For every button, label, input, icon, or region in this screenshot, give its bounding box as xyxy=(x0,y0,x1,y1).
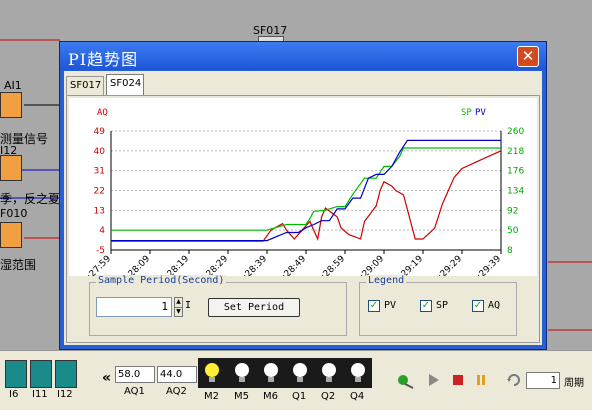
io-i11-tile[interactable] xyxy=(30,360,52,388)
lightbulb-icon-q1 xyxy=(293,363,307,382)
right-tick-label: 260 xyxy=(507,127,524,137)
x-tick-label: 20:28:39 xyxy=(233,254,269,276)
period-spinner[interactable]: ▲ ▼ xyxy=(174,297,183,317)
pause-icon xyxy=(477,375,485,385)
title-bar[interactable]: PI趋势图 ✕ xyxy=(60,42,546,70)
output-label-m2: M2 xyxy=(204,391,219,402)
io-i6-tile[interactable] xyxy=(5,360,27,388)
lightbulb-icon-m5 xyxy=(235,363,249,382)
sample-period-title: Sample Period(Second) xyxy=(96,275,227,286)
lightbulb-icon-q2 xyxy=(322,363,336,382)
spin-down-icon[interactable]: ▼ xyxy=(175,308,182,316)
pi-trend-window: PI趋势图 ✕ SF017 SF024 AQ SP PV 49 260 40 218 31 17… xyxy=(59,41,547,350)
x-tick-label: 20:28:29 xyxy=(194,254,230,276)
left-tick-label: 31 xyxy=(94,167,105,177)
simulation-controls xyxy=(398,374,485,389)
x-tick-label: 20:29:09 xyxy=(350,254,386,276)
legend-title: Legend xyxy=(366,275,407,286)
aq-checkbox-label: AQ xyxy=(488,300,501,311)
sp-checkbox[interactable]: ✓ xyxy=(420,300,432,312)
tab-panel: AQ SP PV 49 260 40 218 31 176 22 134 13 92 4 50 -5 8 20:2… xyxy=(66,95,540,343)
aq2-label: AQ2 xyxy=(166,386,187,397)
spin-up-icon[interactable]: ▲ xyxy=(175,298,182,308)
output-label-m5: M5 xyxy=(234,391,249,402)
pv-checkbox[interactable]: ✓ xyxy=(368,300,380,312)
x-tick-label: 20:28:59 xyxy=(311,254,347,276)
io-i12-tile[interactable] xyxy=(55,360,77,388)
output-label-q2: Q2 xyxy=(321,391,336,402)
f010-label: F010 xyxy=(0,207,28,220)
tab-label: SF017 xyxy=(70,80,102,91)
tab-label: SF024 xyxy=(110,78,142,89)
x-tick-label: 20:28:49 xyxy=(272,254,308,276)
collapse-arrow-icon[interactable]: « xyxy=(102,370,111,386)
left-axis-title: AQ xyxy=(97,108,108,118)
lightbulb-icon-m2 xyxy=(205,363,219,382)
network-icon xyxy=(398,375,414,389)
series-line-sp xyxy=(111,147,501,231)
stop-icon xyxy=(453,375,463,385)
range-label: 湿范围 xyxy=(0,258,37,272)
left-tick-label: -5 xyxy=(96,246,105,256)
x-tick-label: 20:29:29 xyxy=(428,254,464,276)
window-client: SF017 SF024 AQ SP PV 49 260 40 218 31 176 22 134 13… xyxy=(64,71,542,345)
pv-checkbox-label: PV xyxy=(384,300,397,311)
x-tick-label: 20:27:59 xyxy=(77,254,113,276)
lightbulb-icon-q4 xyxy=(351,363,365,382)
spin-suffix: I xyxy=(185,300,192,311)
ai1-block[interactable] xyxy=(0,92,22,118)
aq2-value: 44.0 xyxy=(157,366,197,383)
left-tick-label: 4 xyxy=(99,226,105,236)
sample-period-group: Sample Period(Second) 1 ▲ ▼ I Set Period xyxy=(89,275,347,336)
aq-checkbox[interactable]: ✓ xyxy=(472,300,484,312)
close-icon: ✕ xyxy=(521,47,535,65)
sp-checkbox-label: SP xyxy=(436,300,449,311)
set-period-button[interactable]: Set Period xyxy=(208,298,300,317)
cycle-icon[interactable] xyxy=(506,372,522,388)
right-tick-label: 176 xyxy=(507,167,524,177)
x-tick-label: 20:28:19 xyxy=(155,254,191,276)
tab-sf024[interactable]: SF024 xyxy=(106,74,144,95)
output-indicator-strip xyxy=(198,358,372,388)
pv-axis-title: PV xyxy=(475,108,486,118)
io-label-i12: I12 xyxy=(57,389,73,400)
close-button[interactable]: ✕ xyxy=(517,46,539,67)
x-tick-label: 20:29:39 xyxy=(467,254,503,276)
left-tick-label: 13 xyxy=(94,206,105,216)
legend-group: Legend ✓ PV ✓ SP ✓ AQ xyxy=(359,275,517,336)
sp-axis-title: SP xyxy=(461,108,472,118)
output-label-q1: Q1 xyxy=(292,391,307,402)
play-icon xyxy=(429,374,439,386)
right-tick-label: 218 xyxy=(507,147,524,157)
aq1-label: AQ1 xyxy=(124,386,145,397)
output-label-m6: M6 xyxy=(263,391,278,402)
cycle-count-input[interactable]: 1 xyxy=(526,372,560,389)
output-label-q4: Q4 xyxy=(350,391,365,402)
cycle-label: 周期 xyxy=(564,378,584,389)
trend-chart: AQ SP PV 49 260 40 218 31 176 22 134 13 92 4 50 -5 8 20:2… xyxy=(69,98,537,290)
right-tick-label: 8 xyxy=(507,246,513,256)
i12-block[interactable] xyxy=(0,155,22,181)
sample-period-input[interactable]: 1 xyxy=(96,297,172,317)
bulb-icons xyxy=(205,363,365,382)
left-tick-label: 49 xyxy=(94,127,106,137)
tab-sf017[interactable]: SF017 xyxy=(66,76,104,95)
aq1-value: 58.0 xyxy=(115,366,155,383)
io-label-i6: I6 xyxy=(9,389,19,400)
io-label-i11: I11 xyxy=(32,389,48,400)
right-tick-label: 134 xyxy=(507,187,524,197)
right-tick-label: 50 xyxy=(507,226,519,236)
left-tick-label: 22 xyxy=(94,187,105,197)
lightbulb-icon-m6 xyxy=(264,363,278,382)
left-tick-label: 40 xyxy=(94,147,106,157)
f010-block[interactable] xyxy=(0,222,22,248)
ai1-label: AI1 xyxy=(4,79,22,92)
x-tick-label: 20:28:09 xyxy=(116,254,152,276)
right-tick-label: 92 xyxy=(507,206,518,216)
x-tick-label: 20:29:19 xyxy=(389,254,425,276)
trend-chart-svg: AQ SP PV 49 260 40 218 31 176 22 134 13 92 4 50 -5 8 20:2… xyxy=(77,108,524,290)
window-title: PI趋势图 xyxy=(68,50,139,69)
